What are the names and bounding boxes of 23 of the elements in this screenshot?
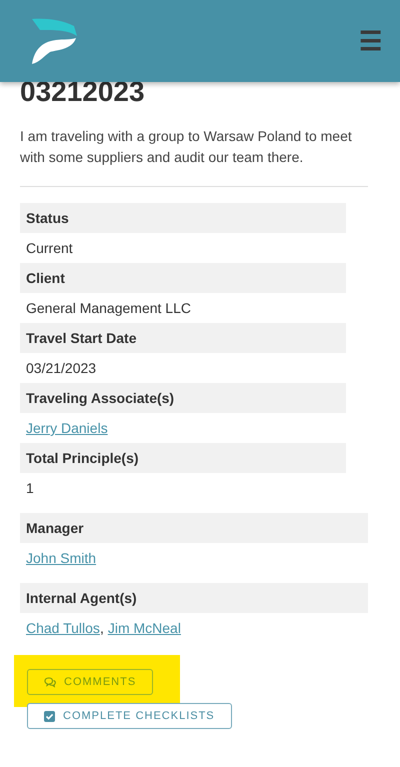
description-text: I am traveling with a group to Warsaw Poland to meet with some suppliers and audit our team there. bbox=[20, 127, 353, 167]
menu-button[interactable]: ☰ bbox=[359, 28, 382, 54]
field-label: Total Principle(s) bbox=[20, 443, 346, 473]
field-label: Internal Agent(s) bbox=[20, 583, 368, 613]
comments-button[interactable]: COMMENTS bbox=[27, 669, 154, 695]
field-label: Status bbox=[20, 203, 346, 233]
field-label: Travel Start Date bbox=[20, 323, 346, 353]
field-label: Traveling Associate(s) bbox=[20, 383, 346, 413]
person-link[interactable]: Jim McNeal bbox=[108, 613, 181, 643]
field-label: Client bbox=[20, 263, 346, 293]
page-title: 03212023 bbox=[20, 76, 146, 108]
field-value: General Management LLC bbox=[25, 299, 192, 318]
person-link[interactable]: Jerry Daniels bbox=[26, 413, 108, 443]
field-label: Manager bbox=[20, 513, 368, 543]
checkbox-icon bbox=[44, 710, 55, 722]
person-link[interactable]: Chad Tullos bbox=[26, 613, 100, 643]
chat-bubbles-icon bbox=[44, 676, 56, 688]
checklists-button[interactable]: COMPLETE CHECKLISTS bbox=[27, 703, 232, 729]
field-value: 03/21/2023 bbox=[25, 359, 98, 378]
person-link[interactable]: John Smith bbox=[26, 543, 96, 573]
field-value: 1 bbox=[25, 479, 35, 498]
comma-separator: , bbox=[100, 619, 104, 638]
field-value: Current bbox=[25, 239, 74, 258]
